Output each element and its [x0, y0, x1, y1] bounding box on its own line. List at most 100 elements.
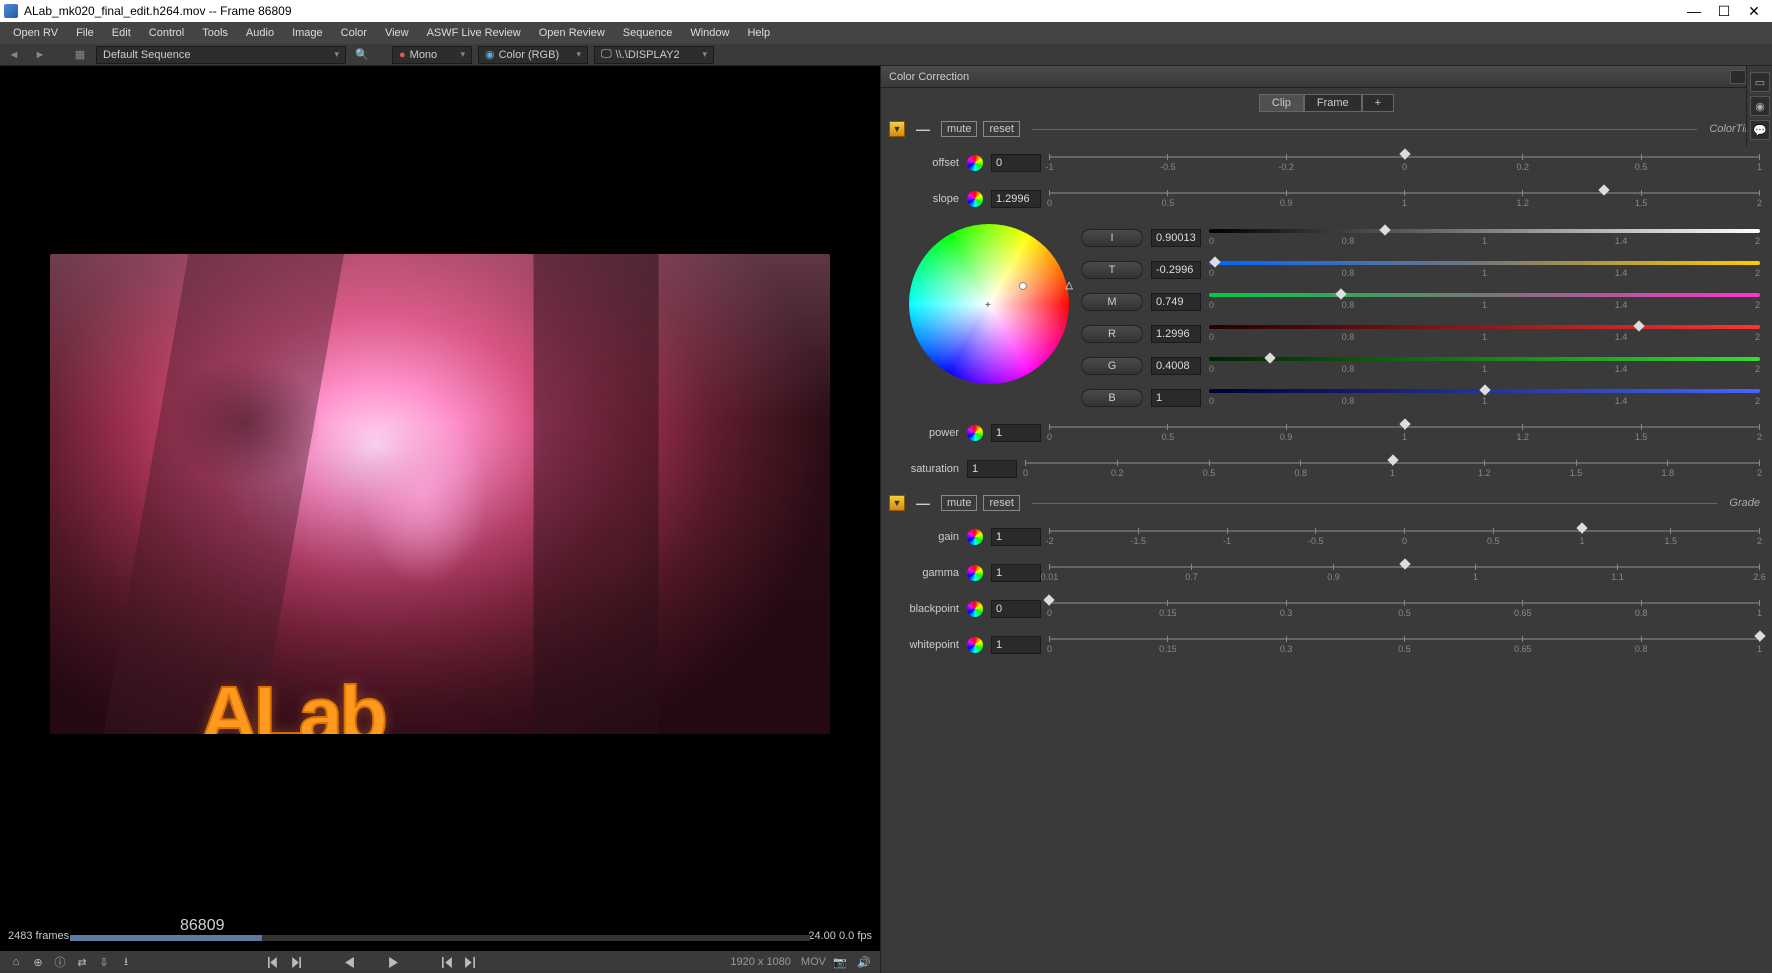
- channel-T-value[interactable]: -0.2996: [1151, 261, 1201, 279]
- tab-+[interactable]: +: [1362, 94, 1394, 112]
- channel-R-button[interactable]: R: [1081, 325, 1143, 343]
- menu-file[interactable]: File: [67, 24, 103, 42]
- menu-sequence[interactable]: Sequence: [614, 24, 682, 42]
- tab-frame[interactable]: Frame: [1304, 94, 1362, 112]
- menu-audio[interactable]: Audio: [237, 24, 283, 42]
- sequence-dropdown[interactable]: Default Sequence: [96, 46, 346, 64]
- color-tool-icon[interactable]: ◉: [1750, 96, 1770, 116]
- section-collapse-button[interactable]: —: [911, 120, 935, 138]
- param-slider[interactable]: [1049, 152, 1760, 174]
- camera-icon[interactable]: 📷: [830, 953, 850, 971]
- channel-T-button[interactable]: T: [1081, 261, 1143, 279]
- color-wheel-icon[interactable]: [967, 565, 983, 581]
- menu-image[interactable]: Image: [283, 24, 332, 42]
- menu-edit[interactable]: Edit: [103, 24, 140, 42]
- param-value-slope[interactable]: 1.2996: [991, 190, 1041, 208]
- channel-B-button[interactable]: B: [1081, 389, 1143, 407]
- loop-icon[interactable]: ⇄: [72, 953, 92, 971]
- info-icon[interactable]: ⓘ: [50, 953, 70, 971]
- minimize-button[interactable]: —: [1688, 5, 1700, 17]
- sequence-icon[interactable]: ▦: [70, 46, 90, 64]
- channel-R-value[interactable]: 1.2996: [1151, 325, 1201, 343]
- menu-color[interactable]: Color: [332, 24, 376, 42]
- skip-back-button[interactable]: [437, 953, 457, 971]
- color-wheel-icon[interactable]: [967, 601, 983, 617]
- play-back-button[interactable]: [339, 953, 359, 971]
- channel-T-slider[interactable]: 00.811.42: [1209, 260, 1760, 280]
- step-fwd-button[interactable]: [285, 953, 305, 971]
- menu-control[interactable]: Control: [140, 24, 193, 42]
- channel-I-button[interactable]: I: [1081, 229, 1143, 247]
- timeline[interactable]: 2483 frames 86809 24.00 0.0 fps: [0, 921, 880, 951]
- param-value-offset[interactable]: 0: [991, 154, 1041, 172]
- menu-view[interactable]: View: [376, 24, 418, 42]
- mute-button[interactable]: mute: [941, 495, 977, 511]
- menu-tools[interactable]: Tools: [193, 24, 237, 42]
- nav-fwd-button[interactable]: ►: [30, 46, 50, 64]
- reset-button[interactable]: reset: [983, 495, 1019, 511]
- colorspace-dropdown[interactable]: ◉Color (RGB): [478, 46, 588, 64]
- param-value-gamma[interactable]: 1: [991, 564, 1041, 582]
- channel-M-slider[interactable]: 00.811.42: [1209, 292, 1760, 312]
- mono-dropdown[interactable]: ●Mono: [392, 46, 472, 64]
- color-wheel-icon[interactable]: [967, 529, 983, 545]
- reset-button[interactable]: reset: [983, 121, 1019, 137]
- param-slider[interactable]: [1049, 526, 1760, 548]
- channel-B-slider[interactable]: 00.811.42: [1209, 388, 1760, 408]
- color-wheel-icon[interactable]: [967, 191, 983, 207]
- channel-R-slider[interactable]: 00.811.42: [1209, 324, 1760, 344]
- color-wheel-icon[interactable]: [967, 637, 983, 653]
- channel-M-button[interactable]: M: [1081, 293, 1143, 311]
- home-icon[interactable]: ⌂: [6, 953, 26, 971]
- menu-help[interactable]: Help: [738, 24, 779, 42]
- param-slider[interactable]: [1049, 422, 1760, 444]
- param-value-gain[interactable]: 1: [991, 528, 1041, 546]
- param-slider[interactable]: [1049, 188, 1760, 210]
- maximize-button[interactable]: ☐: [1718, 5, 1730, 17]
- search-icon[interactable]: 🔍: [352, 46, 372, 64]
- section-toggle-icon[interactable]: ▼: [889, 495, 905, 511]
- audio-icon[interactable]: 🔊: [854, 953, 874, 971]
- menu-aswf-live-review[interactable]: ASWF Live Review: [418, 24, 530, 42]
- param-slider[interactable]: [1049, 598, 1760, 620]
- param-value-blackpoint[interactable]: 0: [991, 600, 1041, 618]
- color-wheel-icon[interactable]: [967, 155, 983, 171]
- menu-open-review[interactable]: Open Review: [530, 24, 614, 42]
- display-dropdown[interactable]: 🖵\\.\DISPLAY2: [594, 46, 714, 64]
- channel-M-value[interactable]: 0.749: [1151, 293, 1201, 311]
- menu-open-rv[interactable]: Open RV: [4, 24, 67, 42]
- download-icon[interactable]: ⭳: [116, 953, 136, 971]
- step-back-button[interactable]: [263, 953, 283, 971]
- param-value-power[interactable]: 1: [991, 424, 1041, 442]
- section-collapse-button[interactable]: —: [911, 494, 935, 512]
- param-label-blackpoint: blackpoint: [889, 603, 959, 615]
- param-slider[interactable]: [1049, 634, 1760, 656]
- nav-back-button[interactable]: ◄: [4, 46, 24, 64]
- channel-G-button[interactable]: G: [1081, 357, 1143, 375]
- param-slider[interactable]: [1049, 562, 1760, 584]
- timeline-track[interactable]: [70, 935, 810, 941]
- skip-fwd-button[interactable]: [459, 953, 479, 971]
- section-toggle-icon[interactable]: ▼: [889, 121, 905, 137]
- pin-icon[interactable]: ⇩: [94, 953, 114, 971]
- menu-window[interactable]: Window: [681, 24, 738, 42]
- tab-clip[interactable]: Clip: [1259, 94, 1304, 112]
- param-slider[interactable]: [1025, 458, 1760, 480]
- slope-color-wheel[interactable]: +△: [909, 224, 1069, 384]
- channel-G-value[interactable]: 0.4008: [1151, 357, 1201, 375]
- param-value-saturation[interactable]: 1: [967, 460, 1017, 478]
- play-button[interactable]: [383, 953, 403, 971]
- panel-dock-icon[interactable]: [1730, 70, 1746, 84]
- mute-button[interactable]: mute: [941, 121, 977, 137]
- channel-I-slider[interactable]: 00.811.42: [1209, 228, 1760, 248]
- color-wheel-icon[interactable]: [967, 425, 983, 441]
- image-viewport[interactable]: ALab An Open Source USD Environment: [0, 66, 880, 921]
- close-button[interactable]: ✕: [1748, 5, 1760, 17]
- channel-I-value[interactable]: 0.90013: [1151, 229, 1201, 247]
- param-value-whitepoint[interactable]: 1: [991, 636, 1041, 654]
- select-tool-icon[interactable]: ▭: [1750, 72, 1770, 92]
- channel-B-value[interactable]: 1: [1151, 389, 1201, 407]
- channel-G-slider[interactable]: 00.811.42: [1209, 356, 1760, 376]
- globe-icon[interactable]: ⊕: [28, 953, 48, 971]
- annotate-tool-icon[interactable]: 💬: [1750, 120, 1770, 140]
